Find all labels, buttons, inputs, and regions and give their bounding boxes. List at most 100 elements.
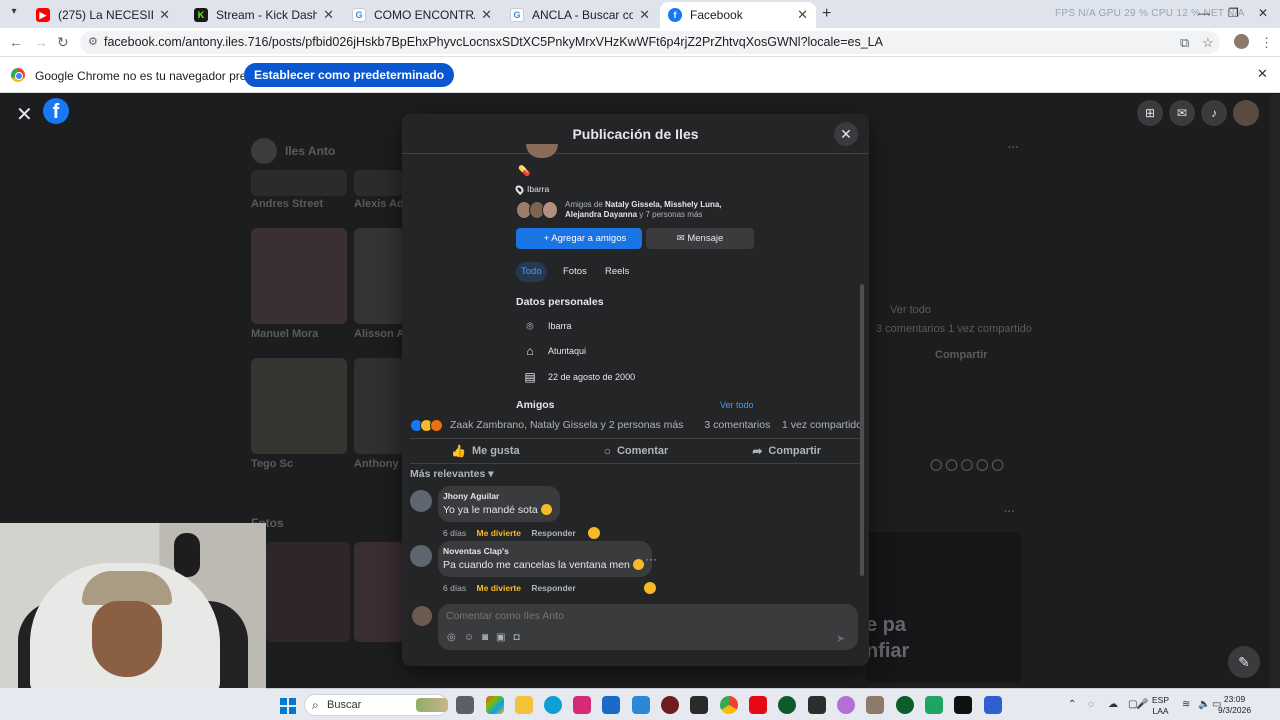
netflix-icon[interactable] [749, 696, 767, 714]
share-arrow-icon: ➦ [752, 444, 763, 458]
modal-scrollbar[interactable] [860, 284, 864, 576]
wifi-icon[interactable]: ≋ [1182, 699, 1190, 710]
tab-google-ancla[interactable]: G COMO ENCONTRAR EL ANCLA... ✕ [344, 2, 500, 28]
calculator-icon[interactable] [632, 696, 650, 714]
tray-overflow-icon[interactable]: ⌃ [1068, 699, 1076, 710]
profile-avatar[interactable] [1234, 34, 1249, 49]
tab-kick[interactable]: K Stream - Kick Dashboard ✕ [186, 2, 342, 28]
tab-facebook[interactable]: f Facebook ✕ [660, 2, 816, 28]
reload-icon[interactable]: ↻ [57, 34, 69, 51]
copilot-icon[interactable] [486, 696, 504, 714]
comment-time[interactable]: 6 días [443, 528, 466, 538]
comment-reaction-button[interactable]: Me divierte [477, 528, 521, 538]
instagram-icon[interactable] [573, 696, 591, 714]
microphone-icon[interactable]: 🎤 [1136, 699, 1148, 710]
comment-input[interactable] [446, 610, 806, 622]
comment-options-icon[interactable]: ··· [645, 552, 657, 566]
facebook-logo-icon[interactable]: f [43, 98, 69, 124]
utorrent-icon[interactable] [778, 696, 796, 714]
close-tab-icon[interactable]: ✕ [797, 7, 808, 23]
close-tab-icon[interactable]: ✕ [481, 7, 492, 23]
mutual-friends[interactable]: Amigos de Nataly Gissela, Misshely Luna,… [516, 200, 735, 220]
set-default-button[interactable]: Establecer como predeterminado [244, 63, 455, 87]
forward-icon[interactable]: → [34, 34, 48, 50]
task-view-icon[interactable] [456, 696, 474, 714]
file-explorer-icon[interactable] [515, 696, 533, 714]
messenger-icon[interactable]: ✉ [1169, 100, 1195, 126]
app-icon[interactable] [808, 696, 826, 714]
tab-all[interactable]: Todo [516, 262, 547, 282]
minimize-icon[interactable]: — [1198, 6, 1210, 20]
tray-app-icon[interactable]: ◌ [1088, 699, 1094, 710]
sticker-icon[interactable]: ◘ [513, 632, 519, 643]
chrome-taskbar-icon[interactable] [720, 696, 738, 714]
app-icon[interactable] [661, 696, 679, 714]
comment-time[interactable]: 6 días [443, 583, 466, 593]
camera-icon[interactable]: ◙ [482, 632, 488, 643]
current-user-avatar[interactable] [412, 606, 432, 626]
language-indicator[interactable]: ESP LAA [1152, 695, 1169, 717]
onedrive-icon[interactable]: ☁ [1108, 699, 1118, 710]
capture-app-icon[interactable] [690, 696, 708, 714]
reply-button[interactable]: Responder [531, 528, 575, 538]
app-icon[interactable] [925, 696, 943, 714]
message-button[interactable]: ✉ Mensaje [646, 228, 754, 249]
windows-start-icon[interactable] [280, 698, 296, 714]
new-tab-icon[interactable]: + [822, 5, 831, 23]
close-tab-icon[interactable]: ✕ [323, 7, 334, 23]
avatar-sticker-icon[interactable]: ◎ [447, 632, 456, 643]
bookmark-star-icon[interactable]: ☆ [1202, 35, 1214, 51]
maximize-icon[interactable]: ❐ [1228, 6, 1239, 20]
reply-button[interactable]: Responder [531, 583, 575, 593]
app-icon[interactable] [837, 696, 855, 714]
see-all-link[interactable]: Ver todo [720, 400, 754, 410]
emoji-icon[interactable]: ☺ [464, 632, 474, 643]
menu-grid-icon[interactable]: ⊞ [1137, 100, 1163, 126]
volume-icon[interactable]: 🔈 [1198, 699, 1210, 710]
site-info-icon[interactable]: ⚙ [88, 31, 98, 54]
notifications-bell-icon[interactable]: ♪ [1201, 100, 1227, 126]
defender-icon[interactable] [602, 696, 620, 714]
commenter-avatar[interactable] [410, 490, 432, 512]
gif-icon[interactable]: ▣ [496, 632, 505, 643]
comment-button[interactable]: ○ Comentar [561, 439, 712, 463]
tab-search-icon[interactable]: ▾ [6, 6, 22, 22]
install-app-icon[interactable]: ⧉ [1180, 35, 1189, 51]
modal-close-icon[interactable]: ✕ [834, 122, 858, 146]
app-icon[interactable] [896, 696, 914, 714]
bg-see-all: Ver todo [890, 304, 931, 316]
address-bar[interactable]: ⚙ facebook.com/antony.iles.716/posts/pfb… [80, 31, 1220, 54]
like-button[interactable]: 👍 Me gusta [410, 439, 561, 463]
tab-reels[interactable]: Reels [600, 262, 634, 282]
edge-icon[interactable] [544, 696, 562, 714]
add-friend-button[interactable]: 👤+ Agregar a amigos [516, 228, 642, 249]
back-icon[interactable]: ← [9, 34, 23, 50]
reactions-summary[interactable]: Zaak Zambrano, Nataly Gissela y 2 person… [410, 418, 862, 434]
comment-author[interactable]: Jhony Aguilar [443, 491, 552, 501]
share-button[interactable]: ➦ Compartir [711, 439, 862, 463]
close-tab-icon[interactable]: ✕ [159, 7, 170, 23]
close-tab-icon[interactable]: ✕ [639, 7, 650, 23]
comment-author[interactable]: Noventas Clap's [443, 546, 644, 556]
close-icon[interactable]: ✕ [16, 102, 33, 127]
shares-count[interactable]: 1 vez compartido [782, 419, 862, 431]
window-close-icon[interactable]: ✕ [1258, 6, 1268, 20]
tab-google-search[interactable]: G ANCLA - Buscar con Google ✕ [502, 2, 658, 28]
infobar-close-icon[interactable]: ✕ [1257, 66, 1268, 82]
comment-reaction-button[interactable]: Me divierte [477, 583, 521, 593]
browser-menu-icon[interactable]: ⋮ [1260, 35, 1273, 51]
tiktok-icon[interactable] [954, 696, 972, 714]
account-avatar[interactable] [1233, 100, 1259, 126]
app-icon[interactable] [984, 696, 1002, 714]
new-message-edit-icon[interactable]: ✎ [1228, 646, 1260, 678]
tab-photos[interactable]: Fotos [558, 262, 592, 282]
sort-dropdown[interactable]: Más relevantes ▾ [410, 468, 494, 480]
comments-count[interactable]: 3 comentarios [704, 419, 770, 431]
tab-youtube[interactable]: ▶ (275) La NECESIDAD de un FIN... ✕ [28, 2, 178, 28]
commenter-avatar[interactable] [410, 545, 432, 567]
app-icon[interactable] [866, 696, 884, 714]
bg-photo [266, 542, 350, 642]
send-icon[interactable]: ➤ [836, 632, 845, 645]
clock[interactable]: 23:09 9/3/2026 [1218, 694, 1251, 716]
page-scrollbar[interactable] [1270, 94, 1280, 688]
